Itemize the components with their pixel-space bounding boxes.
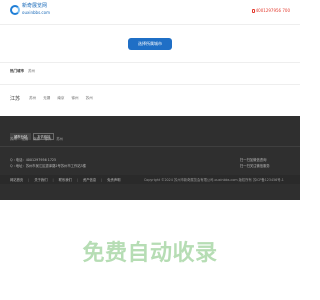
site-logo[interactable]: 新奇展览网 ouxinbbs.com [10, 3, 55, 20]
header-divider [0, 24, 300, 25]
footer-divider [0, 146, 300, 147]
hotline: 4001297956 700 [251, 8, 290, 13]
footer-city-link[interactable]: 苏州 [10, 137, 17, 141]
city-link[interactable]: 苏州 [29, 96, 36, 100]
link-about[interactable]: 关于我们 [34, 178, 47, 182]
province-key: 江苏 [10, 96, 21, 102]
hot-city-link[interactable]: 苏州 [28, 69, 35, 73]
watermark: 免费自动收录 [82, 241, 218, 266]
header: 新奇展览网 ouxinbbs.com 4001297956 700 [0, 0, 300, 25]
link-disclaimer[interactable]: 免责声明 [107, 178, 120, 182]
city-link[interactable]: 苏州 [86, 96, 93, 100]
hot-cities: 热门城市 苏州 [10, 69, 35, 74]
logo-url: ouxinbbs.com [22, 10, 50, 15]
contact-phone: Q : 电话：4001297956 1725 [10, 158, 57, 162]
logo-name: 新奇展览网 [22, 3, 48, 9]
footer-city-link[interactable]: 徐州 [45, 137, 52, 141]
city-link[interactable]: 无锡 [43, 96, 50, 100]
scan-wechat-text: 扫一扫加微信咨询 [240, 158, 267, 162]
bottom-links: 网站首页 | 关于我们 | 联系我们 | 资产信息 | 免责声明 [10, 178, 121, 182]
link-home[interactable]: 网站首页 [10, 178, 23, 182]
footer-city-link[interactable]: 无锡 [22, 137, 29, 141]
footer-city-link[interactable]: 苏州 [56, 137, 63, 141]
page: 新奇展览网 ouxinbbs.com 4001297956 700 选择所属城市… [0, 0, 300, 300]
province-row: 江苏 苏州 无锡 南京 徐州 苏州 [10, 95, 99, 102]
footer-city-list: 苏州 无锡 南京 徐州 苏州 [10, 136, 68, 141]
divider [0, 62, 300, 63]
footer: 城市分站 友情链接 苏州 无锡 南京 徐州 苏州 Q : 电话：4001297956 17… [0, 116, 300, 200]
footer-city-link[interactable]: 南京 [33, 137, 40, 141]
scan-follow-text: 扫一扫关注微信服务 [240, 164, 270, 168]
link-contact[interactable]: 联系我们 [59, 178, 72, 182]
bottom-bar: 网站首页 | 关于我们 | 联系我们 | 资产信息 | 免责声明 Copyright ©2024… [0, 175, 300, 184]
hotline-number: 4001297956 700 [255, 8, 290, 13]
divider [0, 84, 300, 85]
copyright: Copyright ©2024 苏州市新奇展览会有限公司.ouxinbbs.co… [144, 178, 284, 182]
logo-icon [10, 5, 20, 15]
city-link[interactable]: 南京 [57, 96, 64, 100]
hot-cities-label: 热门城市 [10, 69, 24, 73]
contact-address: Q : 地址：苏州市吴江区震泽路2号苏州市工作站3楼 [10, 164, 86, 168]
link-assets[interactable]: 资产信息 [83, 178, 96, 182]
phone-icon [251, 9, 255, 13]
select-city-button[interactable]: 选择所属城市 [128, 38, 172, 50]
city-link[interactable]: 徐州 [72, 96, 79, 100]
